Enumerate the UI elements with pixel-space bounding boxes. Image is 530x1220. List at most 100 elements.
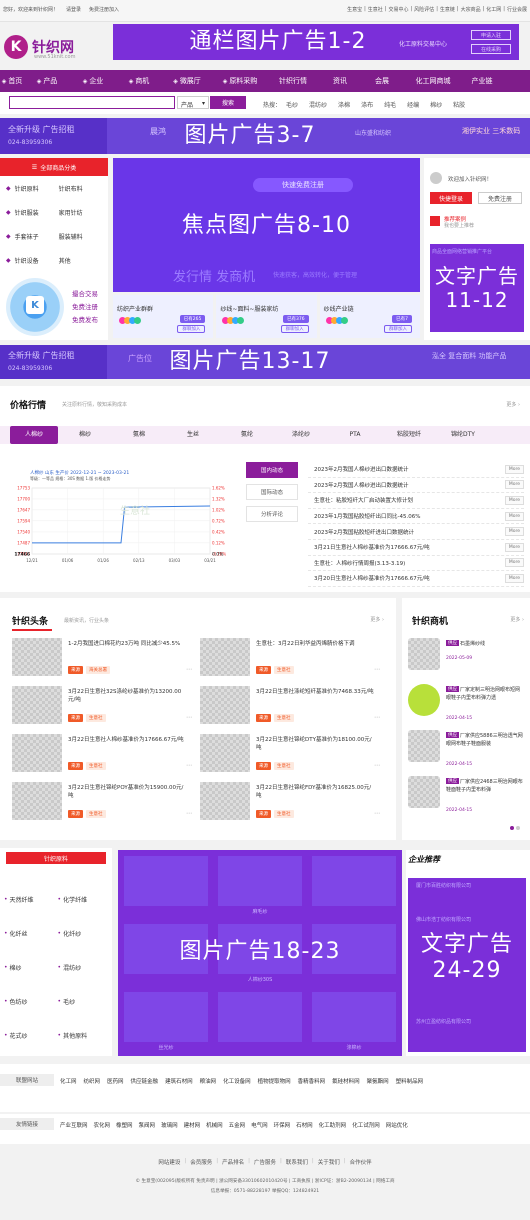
more-options-icon[interactable]: ⋯ <box>186 810 192 817</box>
price-subtab[interactable]: 国际动态 <box>246 484 298 500</box>
banner-btn-apply[interactable]: 申请入驻 <box>471 30 511 40</box>
top-link[interactable]: 交易中心 <box>388 6 408 13</box>
carousel-dot-active[interactable] <box>510 826 514 830</box>
headline-item[interactable]: 3月22日生意社锦纶DTY基准价为18100.00元/吨 来源 生意社 ⋯ <box>200 734 384 778</box>
price-news-item[interactable]: 2023年2月我国人棉纱进出口数据统计 More <box>308 478 524 494</box>
price-tab[interactable]: 锦纶DTY <box>436 426 490 444</box>
hot-search-link[interactable]: 涤布 <box>361 100 373 109</box>
raw-link[interactable]: 天然纤维 <box>10 895 56 904</box>
price-news-item[interactable]: 2023年2月我国粘胶短纤进出口数据统计 More <box>308 524 524 540</box>
product-tile[interactable]: 丝光纱 <box>124 992 208 1054</box>
price-tab[interactable]: 氨棉 <box>112 426 166 444</box>
price-tab[interactable]: PTA <box>328 426 382 444</box>
footer-link[interactable]: 网站优化 <box>386 1121 408 1129</box>
footer-link[interactable]: 产业互联网 <box>60 1121 88 1129</box>
more-options-icon[interactable]: ⋯ <box>186 666 192 673</box>
ad-strip-3-7[interactable]: 全新升级 广告招租 024-83959306 晨鸿 山东盛和纺织 湘伊实业 三禾… <box>0 118 530 154</box>
news-more-button[interactable]: More <box>504 542 524 552</box>
news-more-button[interactable]: More <box>504 558 524 568</box>
banner-btn-buy[interactable]: 在线采购 <box>471 44 511 54</box>
category-link[interactable]: 针织原料 <box>15 184 55 193</box>
nav-item[interactable]: ◈ 原料采购 <box>212 70 268 92</box>
banner-ad-1-2[interactable]: 化工原料交易中心 申请入驻 在线采购 通栏图片广告1-2 <box>113 24 519 60</box>
news-more-button[interactable]: More <box>504 480 524 490</box>
footer-link[interactable]: 供应链金融 <box>131 1077 159 1085</box>
search-input[interactable] <box>9 96 175 109</box>
category-link[interactable]: 针织设备 <box>15 256 55 265</box>
raw-link[interactable]: 混纺纱 <box>63 963 81 972</box>
footer-link[interactable]: 纺织网 <box>84 1077 101 1085</box>
group-card-join-button[interactable]: 群聊加入 <box>383 325 412 333</box>
opp-item[interactable]: 供应 厂家供应2468三明治网眼布鞋面鞋子内里布料弹 2022-04-15 <box>408 776 528 822</box>
enterprise-link[interactable]: 苏州立盈纺织品有限公司 <box>408 1014 526 1048</box>
top-link[interactable]: 风险评估 <box>414 6 434 13</box>
text-ad-24-29[interactable]: 厦门市百胜纺织有限公司 佛山市浩丁纺织有限公司 苏州立盈纺织品有限公司 文字广告 2… <box>408 878 526 1052</box>
footer-nav-link[interactable]: 会员服务 <box>190 1158 212 1166</box>
more-options-icon[interactable]: ⋯ <box>374 810 380 817</box>
footer-link[interactable]: 化工设备网 <box>223 1077 251 1085</box>
hot-search-link[interactable]: 纯毛 <box>384 100 396 109</box>
product-tile[interactable] <box>124 856 208 918</box>
raw-link[interactable]: 化学纤维 <box>63 895 87 904</box>
top-link[interactable]: 生意链 <box>440 6 455 13</box>
price-subtab[interactable]: 分析评论 <box>246 506 298 522</box>
footer-link[interactable]: 塑料制品网 <box>396 1077 424 1085</box>
price-news-item[interactable]: 生意社：人棉纱行情周报(3.13-3.19) More <box>308 556 524 572</box>
news-more-button[interactable]: More <box>504 495 524 505</box>
enterprise-link[interactable]: 厦门市百胜纺织有限公司 <box>408 878 526 912</box>
more-options-icon[interactable]: ⋯ <box>374 714 380 721</box>
product-tile[interactable]: 涤棉纱 <box>312 992 396 1054</box>
ad-strip-13-17[interactable]: 全新升级 广告招租 024-83959306 广告位 泓全 复合面料 功能产品 … <box>0 345 530 379</box>
footer-link[interactable]: 香精香料网 <box>298 1077 326 1085</box>
product-tile[interactable] <box>312 856 396 918</box>
focus-ad-8-10[interactable]: 快速免费注册 发行情 发商机 快速获客，高效转化，便于管理 焦点图广告8-10 <box>113 158 420 292</box>
category-link[interactable]: 其他 <box>59 256 71 265</box>
footer-nav-link[interactable]: 联系我们 <box>286 1158 308 1166</box>
headline-item[interactable]: 3月22日生意社涤纶短纤基准价为7468.33元/吨 来源 生意社 ⋯ <box>200 686 384 730</box>
group-card[interactable]: 纱线产业链 已有7 群聊加入 <box>319 295 420 338</box>
footer-nav-link[interactable]: 广告服务 <box>254 1158 276 1166</box>
headline-item[interactable]: 3月22日生意社锦纶FDY基准价为16825.00元/吨 来源 生意社 ⋯ <box>200 782 384 826</box>
news-more-button[interactable]: More <box>504 511 524 521</box>
price-tab[interactable]: 粘胶短纤 <box>382 426 436 444</box>
footer-link[interactable]: 橡塑网 <box>116 1121 133 1129</box>
footer-link[interactable]: 玻璃网 <box>161 1121 178 1129</box>
footer-link[interactable]: 泵阀网 <box>139 1121 156 1129</box>
hot-search-link[interactable]: 混纺纱 <box>309 100 327 109</box>
news-more-button[interactable]: More <box>504 527 524 537</box>
top-link[interactable]: 生意宝 <box>347 6 362 13</box>
news-more-button[interactable]: More <box>504 573 524 583</box>
top-link[interactable]: 化工网 <box>486 6 501 13</box>
price-news-item[interactable]: 3月20日生意社人棉纱基准价为17666.67元/吨 More <box>308 571 524 587</box>
raw-link[interactable]: 花式纱 <box>10 1031 56 1040</box>
nav-item[interactable]: 会展 <box>362 70 402 92</box>
category-link[interactable]: 服装辅料 <box>59 232 83 241</box>
top-link[interactable]: 生意社 <box>368 6 383 13</box>
footer-nav-link[interactable]: 网站建设 <box>158 1158 180 1166</box>
footer-link[interactable]: 五金网 <box>229 1121 246 1129</box>
opp-item[interactable]: 供应 石墨烯纱线 2022-05-09 <box>408 638 528 684</box>
news-more-button[interactable]: More <box>504 464 524 474</box>
footer-nav-link[interactable]: 产品排名 <box>222 1158 244 1166</box>
headline-item[interactable]: 3月22日生意社锦纶POY基准价为15900.00元/吨 来源 生意社 ⋯ <box>12 782 196 826</box>
footer-nav-link[interactable]: 合作伙伴 <box>350 1158 372 1166</box>
carousel-dot[interactable] <box>516 826 520 830</box>
top-link[interactable]: 大宗商品 <box>461 6 481 13</box>
hot-search-link[interactable]: 涤棉 <box>338 100 350 109</box>
headline-item[interactable]: 生意社：3月22日利华益丙烯腈价格下调 来源 生意社 ⋯ <box>200 638 384 682</box>
footer-link[interactable]: 电气网 <box>251 1121 268 1129</box>
group-card[interactable]: 纺织产业群群 已有265 群聊加入 <box>113 295 214 338</box>
headlines-more[interactable]: 更多 › <box>370 616 384 623</box>
footer-link[interactable]: 医药网 <box>107 1077 124 1085</box>
footer-link[interactable]: 氟硅材料网 <box>332 1077 360 1085</box>
text-ad-11-12[interactable]: 商品全面网络营销推广平台 文字广告 11-12 <box>430 244 524 332</box>
raw-link[interactable]: 其他原料 <box>63 1031 87 1040</box>
product-ad-18-23[interactable]: 麻毛纱 人棉纱30S 丝光纱 涤棉纱 图片广告18-23 <box>118 850 402 1056</box>
category-link[interactable]: 家用针纺 <box>59 208 83 217</box>
qr-action-link[interactable]: 撮合交易 <box>72 288 98 301</box>
price-news-item[interactable]: 2023年1月我国粘胶短纤出口同比-45.06% More <box>308 509 524 525</box>
price-news-item[interactable]: 生意社：粘胶短纤大厂启动装置大修计划 More <box>308 493 524 509</box>
focus-register-button[interactable]: 快速免费注册 <box>253 178 353 192</box>
hot-search-link[interactable]: 粘胶 <box>453 100 465 109</box>
qr-action-link[interactable]: 免费注册 <box>72 301 98 314</box>
